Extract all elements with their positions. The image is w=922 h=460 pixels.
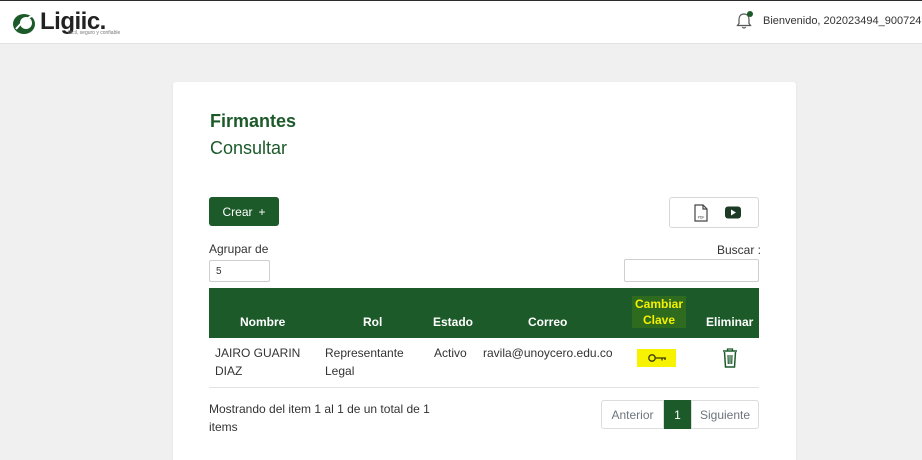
notification-dot [747, 11, 753, 17]
column-header-cambiar-clave[interactable]: Cambiar Clave [632, 296, 687, 328]
table-row: JAIRO GUARIN DIAZ Representante Legal Ac… [209, 338, 759, 388]
change-password-button[interactable] [637, 349, 676, 367]
column-header-nombre[interactable]: Nombre [240, 315, 285, 329]
page-subtitle: Consultar [210, 138, 288, 158]
cell-rol-line2: Legal [325, 364, 355, 378]
logo-tagline: fácil, seguro y confiable [68, 30, 121, 36]
column-header-correo[interactable]: Correo [528, 315, 567, 329]
welcome-text: Bienvenido, 202023494_90072471 [763, 15, 922, 27]
search-input[interactable] [624, 259, 759, 282]
plus-icon: + [258, 204, 266, 219]
column-header-rol[interactable]: Rol [363, 315, 382, 329]
create-button-label: Crear [222, 204, 253, 219]
cell-correo: ravila@unoycero.edu.co [483, 346, 613, 360]
column-header-cambiar-line2: Clave [643, 313, 676, 327]
column-header-estado[interactable]: Estado [433, 315, 473, 329]
create-button[interactable]: Crear + [209, 197, 279, 226]
pagination-info: Mostrando del item 1 al 1 de un total de… [209, 402, 430, 434]
logo[interactable]: Ligiic. fácil, seguro y confiable [12, 7, 162, 39]
group-by-input[interactable] [209, 260, 270, 282]
cell-nombre-line1: JAIRO GUARIN [215, 346, 301, 360]
youtube-icon[interactable] [725, 206, 741, 219]
key-icon [648, 354, 666, 362]
page-title: Firmantes [210, 111, 297, 131]
help-toolbox: PDF [669, 197, 759, 228]
table-header: Nombre Rol Estado Correo Cambiar Clave E… [209, 288, 759, 338]
search-label: Buscar : [717, 243, 762, 257]
top-navbar: Ligiic. fácil, seguro y confiable Bienve… [0, 0, 922, 44]
column-header-cambiar-line1: Cambiar [635, 297, 684, 311]
cell-nombre-line2: DIAZ [215, 364, 243, 378]
pdf-icon[interactable]: PDF [693, 204, 709, 222]
cell-rol-line1: Representante [325, 346, 404, 360]
cell-estado: Activo [434, 346, 467, 360]
main-card: Firmantes Consultar Crear + PDF Agrupar … [173, 82, 796, 460]
column-header-eliminar[interactable]: Eliminar [706, 315, 753, 329]
group-by-label: Agrupar de [209, 242, 269, 256]
previous-page-button[interactable]: Anterior [601, 400, 664, 429]
next-page-button[interactable]: Siguiente [691, 400, 759, 429]
page-number-button[interactable]: 1 [664, 400, 691, 429]
trash-icon[interactable] [721, 347, 739, 369]
cell-nombre: JAIRO GUARIN DIAZ [215, 344, 315, 380]
logo-mark-icon [13, 14, 35, 34]
pagination: Anterior 1 Siguiente [601, 400, 759, 429]
cell-rol: Representante Legal [325, 344, 425, 380]
svg-text:PDF: PDF [698, 215, 705, 219]
